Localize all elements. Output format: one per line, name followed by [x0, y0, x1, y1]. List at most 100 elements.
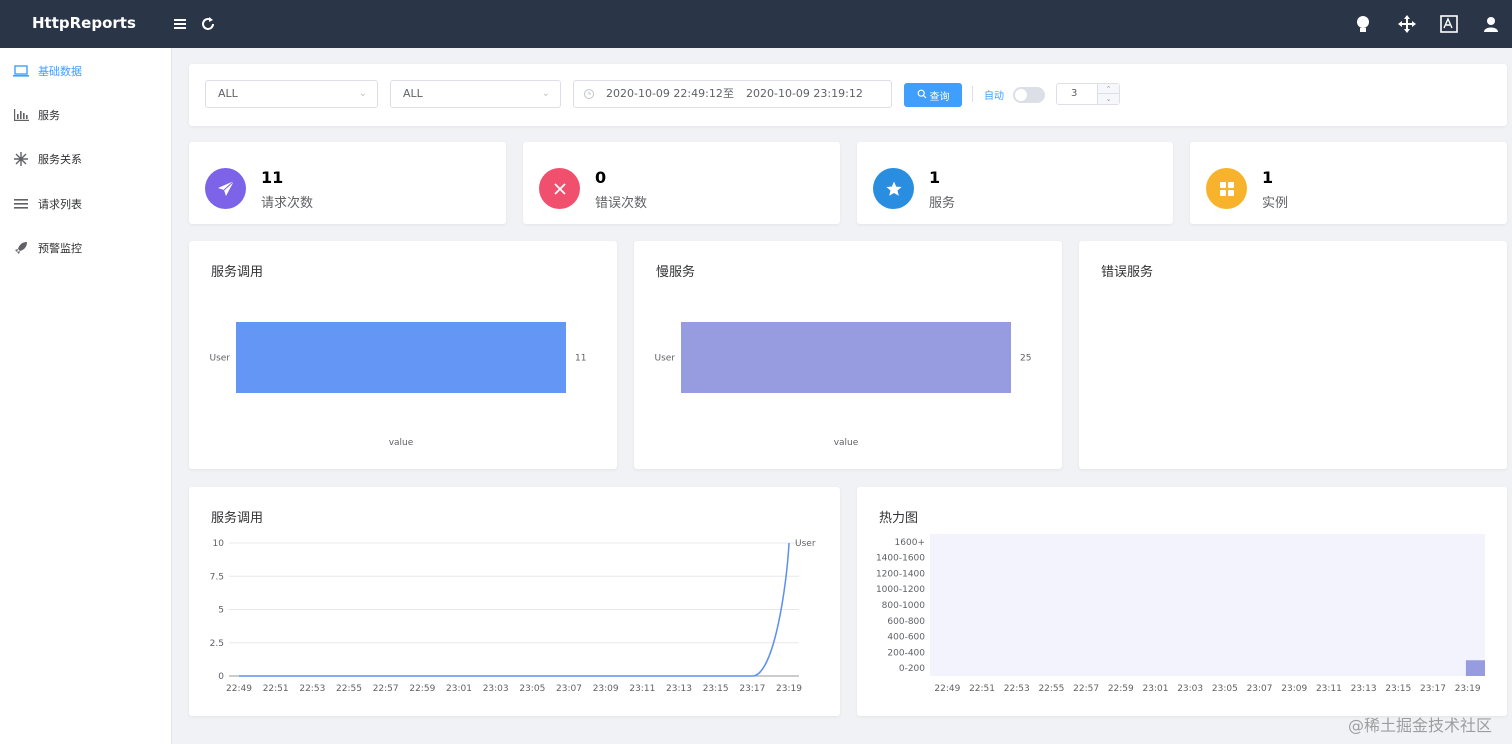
divider	[972, 86, 973, 102]
error-services-panel: 错误服务	[1079, 241, 1507, 469]
date-range-picker[interactable]: 2020-10-09 22:49:12 至 2020-10-09 23:19:1…	[573, 80, 892, 108]
refresh-icon[interactable]	[200, 14, 216, 34]
panel-title: 错误服务	[1101, 265, 1154, 280]
x-tick-label: 23:17	[1420, 684, 1446, 694]
sidebar-item-request-list[interactable]: 请求列表	[0, 184, 172, 224]
query-button[interactable]: 查询	[904, 83, 962, 107]
x-tick-label: 22:49	[934, 684, 960, 694]
bar	[681, 322, 1011, 393]
heatmap-panel: 热力图 0-200 200-400 400-600 600-800 800-1000 10…	[857, 487, 1507, 716]
x-tick-label: 22:57	[1073, 684, 1099, 694]
auto-refresh-switch[interactable]	[1013, 87, 1045, 103]
x-tick-label: 23:11	[1316, 684, 1342, 694]
service-calls-trend-panel: 服务调用 0 2.5 5 7.5 10 22:49 22:51 22:53 22:55 22:57…	[189, 487, 840, 716]
laptop-icon	[12, 64, 30, 78]
service-calls-panel: 服务调用 User 11 value	[189, 241, 617, 469]
date-end: 2020-10-09 23:19:12	[746, 87, 863, 100]
stepper-up-icon[interactable]: ⌃	[1098, 84, 1119, 94]
x-tick-label: 22:49	[226, 684, 252, 694]
x-tick-label: 22:55	[336, 684, 362, 694]
y-tick-label: 0	[218, 672, 224, 682]
instance-count-label: 实例	[1262, 196, 1289, 211]
x-tick-label: 22:59	[1108, 684, 1134, 694]
request-count-label: 请求次数	[261, 196, 314, 211]
move-icon[interactable]	[1397, 14, 1417, 34]
sidebar-item-basic-data[interactable]: 基础数据	[0, 51, 172, 91]
menu-icon[interactable]	[173, 14, 187, 34]
sidebar-item-services[interactable]: 服务	[0, 95, 172, 135]
chevron-down-icon: ⌄	[358, 88, 367, 99]
x-tick-label: 23:05	[519, 684, 545, 694]
heatmap-cell	[1465, 660, 1485, 676]
x-tick-label: 22:53	[1004, 684, 1030, 694]
x-tick-label: 23:15	[1385, 684, 1411, 694]
sidebar-item-label: 服务关系	[38, 153, 82, 166]
rocket-icon	[12, 241, 30, 255]
stat-card-services: 1 服务	[857, 142, 1173, 224]
watermark: @稀土掘金技术社区	[1347, 716, 1492, 735]
bar	[236, 322, 566, 393]
x-tick-label: 22:51	[969, 684, 995, 694]
bulb-icon[interactable]	[1354, 14, 1372, 34]
sidebar-item-service-relations[interactable]: 服务关系	[0, 139, 172, 179]
y-tick-label: 200-400	[887, 648, 925, 658]
slow-services-bar-chart: User 25 value	[654, 322, 1031, 448]
heatmap-chart: 0-200 200-400 400-600 600-800 800-1000 1000-1…	[876, 534, 1485, 694]
category-label: User	[654, 354, 675, 364]
service-count-label: 服务	[929, 196, 956, 211]
y-tick-label: 400-600	[887, 633, 925, 643]
x-tick-label: 23:13	[666, 684, 692, 694]
x-tick-label: 23:15	[703, 684, 729, 694]
sidebar-item-alert-monitor[interactable]: 预警监控	[0, 228, 172, 268]
stat-card-requests: 11 请求次数	[189, 142, 506, 224]
y-tick-label: 1200-1400	[876, 569, 925, 579]
sidebar-item-label: 请求列表	[38, 198, 82, 211]
sidebar-item-label: 服务	[38, 109, 60, 122]
instance-count: 1	[1262, 168, 1274, 187]
x-tick-label: 23:17	[739, 684, 765, 694]
auto-refresh-label: 自动	[984, 91, 1004, 102]
switch-knob	[1015, 89, 1027, 101]
service-calls-line-chart: 0 2.5 5 7.5 10 22:49 22:51 22:53 22:55 22:57 22:59…	[210, 539, 816, 694]
date-separator: 至	[723, 87, 734, 100]
stat-card-errors: 0 错误次数	[523, 142, 840, 224]
x-axis-label: value	[834, 438, 859, 448]
x-tick-label: 23:07	[556, 684, 582, 694]
top-bar: HttpReports	[0, 0, 1512, 48]
x-tick-label: 23:01	[1143, 684, 1169, 694]
service-select[interactable]: ALL ⌄	[205, 80, 378, 108]
x-tick-label: 23:09	[593, 684, 619, 694]
y-tick-label: 0-200	[899, 664, 925, 674]
x-tick-label: 23:19	[1455, 684, 1481, 694]
snowflake-icon	[12, 152, 30, 166]
x-tick-label: 23:03	[483, 684, 509, 694]
service-calls-bar-chart: User 11 value	[209, 322, 586, 448]
x-tick-label: 22:53	[299, 684, 325, 694]
grid-icon	[1206, 168, 1247, 209]
x-tick-label: 22:57	[373, 684, 399, 694]
y-tick-label: 1600+	[895, 538, 925, 548]
clock-icon	[583, 81, 595, 117]
star-icon	[873, 168, 914, 209]
y-tick-label: 1000-1200	[876, 585, 925, 595]
instance-select[interactable]: ALL ⌄	[390, 80, 561, 108]
language-icon[interactable]	[1440, 14, 1458, 34]
brand-logo: HttpReports	[32, 14, 136, 32]
date-start: 2020-10-09 22:49:12	[606, 87, 723, 100]
sidebar: 基础数据 服务 服务关系 请求列表 预警监控	[0, 48, 172, 744]
service-count: 1	[929, 168, 941, 187]
stepper-down-icon[interactable]: ⌄	[1098, 94, 1119, 104]
slow-services-panel: 慢服务 User 25 value	[634, 241, 1062, 469]
bar-chart-icon	[12, 108, 30, 122]
error-count: 0	[595, 168, 607, 187]
user-icon[interactable]	[1483, 14, 1499, 34]
stepper-controls: ⌃ ⌄	[1097, 84, 1119, 104]
sidebar-item-label: 预警监控	[38, 242, 82, 255]
x-tick-label: 23:01	[446, 684, 472, 694]
y-tick-label: 5	[218, 606, 224, 616]
search-icon	[917, 89, 927, 102]
x-tick-label: 22:59	[409, 684, 435, 694]
y-tick-label: 600-800	[887, 617, 925, 627]
interval-stepper[interactable]: 3 ⌃ ⌄	[1056, 83, 1120, 105]
series-label: User	[795, 539, 816, 549]
